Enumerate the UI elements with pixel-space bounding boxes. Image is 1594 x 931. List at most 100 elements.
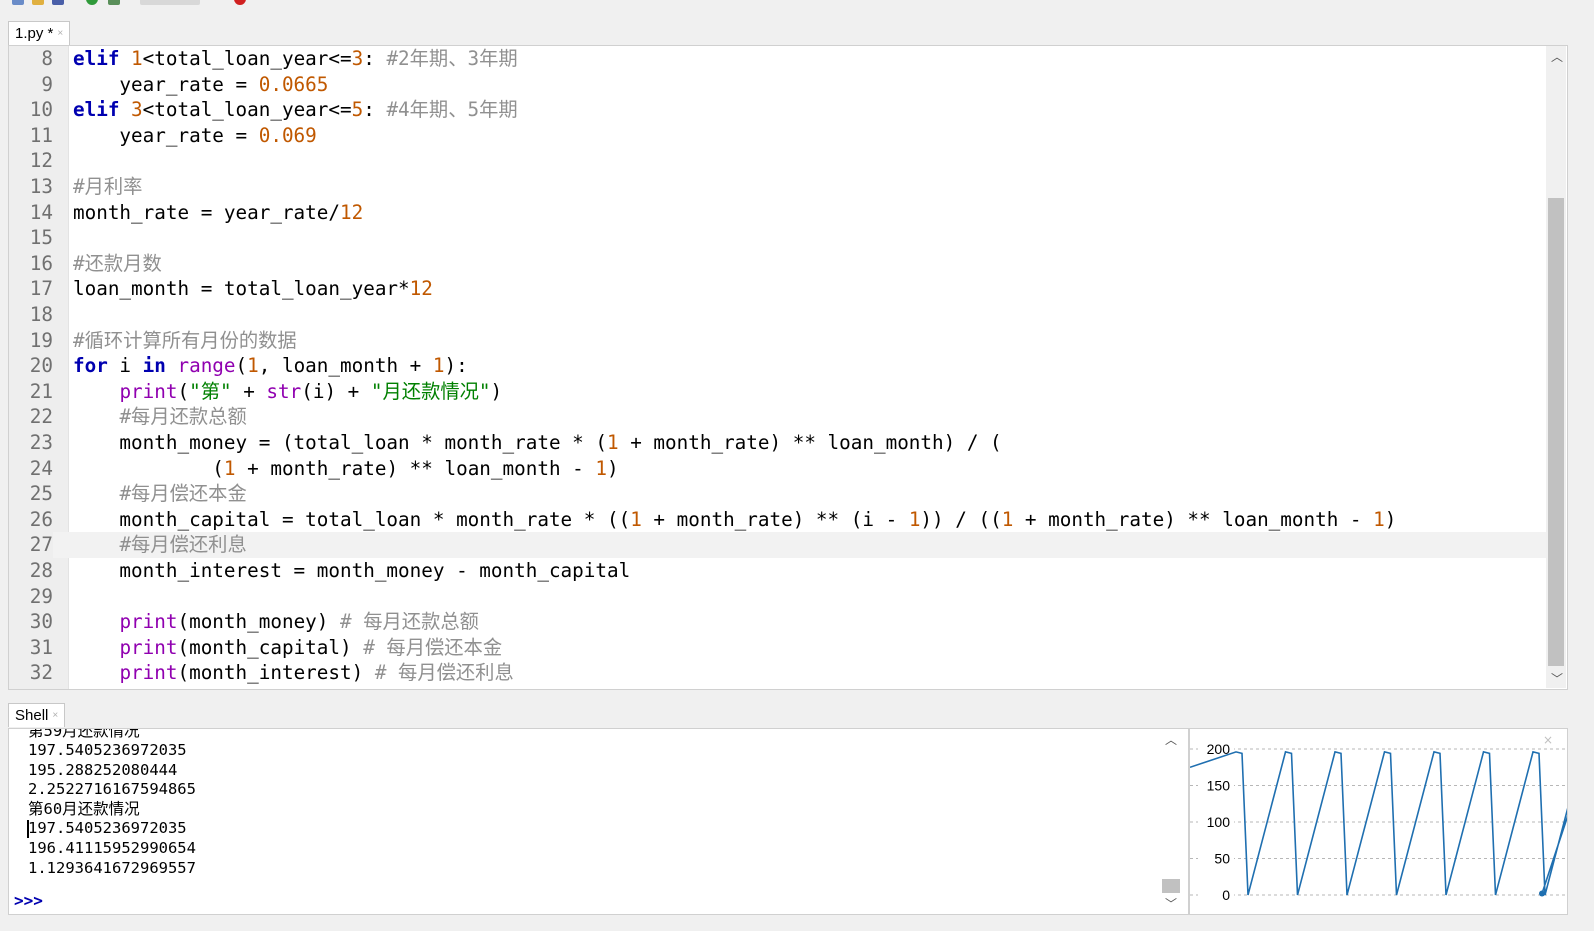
run-icon[interactable] [86, 0, 98, 5]
scroll-down-icon[interactable]: ﹀ [1551, 670, 1563, 687]
line-number: 31 [29, 635, 53, 659]
code-text: elif 3<total_loan_year<=5: #4年期、5年期 [73, 98, 518, 122]
code-line[interactable]: 31 print(month_capital) # 每月偿还本金 [9, 635, 1549, 661]
shell-output-line: 1.1293641672969557 [28, 858, 196, 877]
shell-prompt: >>> [14, 891, 43, 910]
line-number: 20 [29, 354, 53, 378]
shell-output-line: 197.5405236972035 [28, 819, 187, 838]
code-line[interactable]: 15 [9, 225, 1549, 251]
code-text: print("第" + str(i) + "月还款情况") [119, 379, 503, 403]
code-line[interactable]: 27 #每月偿还利息 [9, 532, 1549, 558]
new-file-icon[interactable] [12, 0, 24, 5]
code-line[interactable]: 22 #每月还款总额 [9, 404, 1549, 430]
code-line[interactable]: 13 #月利率 [9, 174, 1549, 200]
code-line[interactable]: 23 month_money = (total_loan * month_rat… [9, 430, 1549, 456]
open-folder-icon[interactable] [32, 0, 44, 5]
code-line[interactable]: 10 elif 3<total_loan_year<=5: #4年期、5年期 [9, 97, 1549, 123]
tab-label: 1.py * [15, 25, 54, 42]
line-number: 16 [29, 251, 53, 275]
code-line[interactable]: 30 print(month_money) # 每月还款总额 [9, 609, 1549, 635]
debug-icon[interactable] [108, 0, 120, 5]
y-tick-label: 150 [1207, 778, 1231, 794]
editor-scrollbar[interactable]: ︿ ﹀ [1546, 46, 1566, 688]
line-number: 19 [29, 328, 53, 352]
code-line[interactable]: 18 [9, 302, 1549, 328]
code-line[interactable]: 32 print(month_interest) # 每月偿还利息 [9, 660, 1549, 686]
scrollbar-thumb[interactable] [1162, 879, 1180, 893]
save-icon[interactable] [52, 0, 64, 5]
code-line[interactable]: 20 for i in range(1, loan_month + 1): [9, 353, 1549, 379]
code-text: for i in range(1, loan_month + 1): [73, 354, 468, 378]
code-line[interactable]: 11 year_rate = 0.069 [9, 123, 1549, 149]
code-text: month_capital = total_loan * month_rate … [73, 507, 1397, 531]
code-text: year_rate = 0.069 [73, 123, 317, 147]
code-text: #月利率 [73, 175, 143, 198]
code-text: month_rate = year_rate/12 [73, 200, 364, 224]
line-number: 15 [29, 226, 53, 250]
code-line[interactable]: 8 elif 1<total_loan_year<=3: #2年期、3年期 [9, 46, 1549, 72]
line-number: 12 [29, 149, 53, 173]
close-icon[interactable]: × [52, 710, 58, 721]
code-line[interactable]: 17 loan_month = total_loan_year*12 [9, 276, 1549, 302]
code-line[interactable]: 21 print("第" + str(i) + "月还款情况") [9, 379, 1549, 405]
shell-output-line: 2.2522716167594865 [28, 780, 196, 799]
line-number: 18 [29, 303, 53, 326]
series-line [1190, 750, 1567, 896]
shell-scrollbar[interactable]: ︿ ﹀ [1161, 729, 1181, 914]
code-line[interactable]: 25 #每月偿还本金 [9, 481, 1549, 507]
code-line[interactable]: 16 #还款月数 [9, 251, 1549, 277]
code-line[interactable]: 24 (1 + month_rate) ** loan_month - 1) [9, 456, 1549, 482]
shell-output-line: 第60月还款情况 [28, 799, 140, 818]
code-line[interactable]: 28 month_interest = month_money - month_… [9, 558, 1549, 584]
line-number: 10 [29, 98, 53, 122]
line-number: 30 [29, 610, 53, 634]
line-number: 8 [41, 47, 53, 70]
code-line[interactable]: 9 year_rate = 0.0665 [9, 72, 1549, 98]
line-number: 29 [29, 584, 53, 608]
shell-output-line: 197.5405236972035 [28, 741, 187, 759]
line-number: 17 [29, 277, 53, 301]
line-number: 13 [29, 175, 53, 198]
line-number: 21 [29, 379, 53, 403]
line-number: 24 [29, 456, 53, 480]
code-line[interactable]: 19 #循环计算所有月份的数据 [9, 328, 1549, 354]
code-text: (1 + month_rate) ** loan_month - 1) [73, 456, 619, 480]
y-tick-label: 100 [1207, 814, 1231, 830]
tab-label: Shell [15, 707, 49, 724]
close-icon[interactable]: × [57, 28, 63, 39]
tab-shell[interactable]: Shell × [8, 703, 66, 727]
code-text: print(month_money) # 每月还款总额 [119, 610, 479, 634]
scroll-down-icon[interactable]: ﹀ [1165, 895, 1177, 912]
code-text: #每月偿还本金 [119, 482, 247, 506]
line-number: 32 [29, 661, 53, 685]
scroll-up-icon[interactable]: ︿ [1551, 48, 1563, 65]
line-number: 11 [29, 123, 53, 147]
line-number: 25 [29, 482, 53, 506]
shell-panel[interactable]: 第59月还款情况 197.5405236972035 195.288252080… [8, 728, 1189, 915]
code-text: month_money = (total_loan * month_rate *… [73, 431, 1002, 454]
stop-icon[interactable] [234, 0, 246, 5]
step-icons[interactable] [140, 0, 200, 5]
code-line[interactable]: 29 [9, 584, 1549, 610]
code-text: year_rate = 0.0665 [73, 72, 329, 96]
plotter-chart: 200150100500 [1190, 740, 1567, 904]
code-text: month_interest = month_money - month_cap… [73, 559, 631, 582]
tab-editor-file[interactable]: 1.py * × [8, 21, 71, 45]
shell-output-line: 196.41115952990654 [28, 839, 196, 857]
scroll-up-icon[interactable]: ︿ [1165, 731, 1177, 748]
close-icon[interactable]: × [1543, 733, 1553, 747]
code-line[interactable]: 14 month_rate = year_rate/12 [9, 200, 1549, 226]
code-text: #循环计算所有月份的数据 [73, 328, 297, 352]
code-text: #每月还款总额 [119, 405, 247, 429]
line-number: 28 [29, 559, 53, 582]
line-number: 23 [29, 431, 53, 454]
code-text: #每月偿还利息 [119, 533, 247, 557]
line-number: 22 [29, 405, 53, 429]
shell-output-line: 195.288252080444 [28, 760, 178, 779]
code-line[interactable]: 26 month_capital = total_loan * month_ra… [9, 507, 1549, 533]
y-tick-label: 50 [1214, 851, 1230, 867]
scrollbar-thumb[interactable] [1548, 198, 1564, 666]
code-text: print(month_capital) # 每月偿还本金 [119, 635, 503, 659]
code-editor[interactable]: 8 elif 1<total_loan_year<=3: #2年期、3年期 9 ye… [8, 45, 1568, 690]
code-line[interactable]: 12 [9, 148, 1549, 174]
